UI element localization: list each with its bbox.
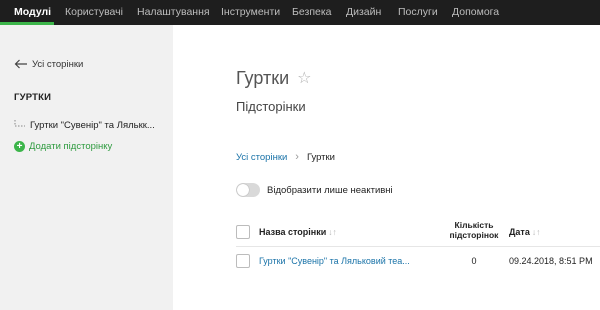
back-link-label: Усі сторінки	[32, 58, 84, 70]
nav-item-security[interactable]: Безпека	[292, 0, 332, 25]
inactive-only-label: Відобразити лише неактивні	[267, 184, 393, 196]
breadcrumb-current: Гуртки	[306, 151, 335, 163]
row-checkbox[interactable]	[236, 254, 250, 268]
table-row-subpage-count: 0	[471, 256, 477, 266]
table-row-date: 09.24.2018, 8:51 PM	[509, 256, 593, 266]
star-icon[interactable]: ☆	[297, 70, 311, 87]
column-header-count-line2: підсторінок	[449, 230, 499, 240]
sort-icon: ↓↑	[531, 227, 541, 237]
nav-item-design[interactable]: Дизайн	[346, 0, 381, 25]
page-subtitle: Підсторінки	[236, 99, 306, 114]
nav-item-help[interactable]: Допомога	[452, 0, 499, 25]
top-nav: Модулі Користувачі Налаштування Інструме…	[0, 0, 600, 25]
inactive-only-toggle[interactable]	[236, 183, 260, 197]
column-header-date[interactable]: Дата ↓↑	[509, 227, 540, 237]
add-subpage-link[interactable]: + Додати підсторінку	[14, 139, 112, 153]
nav-item-users[interactable]: Користувачі	[65, 0, 123, 25]
nav-item-settings[interactable]: Налаштування	[137, 0, 210, 25]
nav-item-tools[interactable]: Інструменти	[221, 0, 280, 25]
table-divider	[236, 246, 600, 247]
sidebar-subpage-item[interactable]: Гуртки "Сувенір" та Лялькк...	[14, 118, 155, 132]
column-header-name[interactable]: Назва сторінки ↓↑	[259, 227, 337, 237]
breadcrumb-root-link[interactable]: Усі сторінки	[236, 152, 287, 163]
select-all-checkbox[interactable]	[236, 225, 250, 239]
add-subpage-label: Додати підсторінку	[29, 140, 113, 152]
page-title-row: Гуртки ☆	[236, 68, 311, 89]
chevron-right-icon: ›	[295, 151, 299, 163]
table-row-page-link[interactable]: Гуртки "Сувенір" та Ляльковий теа...	[259, 256, 419, 266]
nav-item-services[interactable]: Послуги	[398, 0, 438, 25]
page-title: Гуртки	[236, 68, 290, 88]
column-header-date-label: Дата	[509, 227, 530, 237]
back-to-all-pages-link[interactable]: Усі сторінки	[14, 56, 83, 72]
column-header-count-line1: Кількість	[454, 220, 494, 230]
sidebar-section-title: ГУРТКИ	[14, 92, 52, 103]
column-header-subpage-count: Кількість підсторінок	[448, 220, 500, 240]
toggle-knob	[237, 184, 249, 196]
sidebar: Усі сторінки ГУРТКИ Гуртки "Сувенір" та …	[0, 25, 173, 310]
breadcrumb: Усі сторінки › Гуртки	[236, 150, 335, 164]
inactive-filter-row: Відобразити лише неактивні	[236, 182, 393, 198]
sort-icon: ↓↑	[328, 227, 337, 237]
column-header-name-label: Назва сторінки	[259, 227, 327, 237]
sidebar-subpage-label: Гуртки "Сувенір" та Лялькк...	[30, 119, 155, 131]
tree-branch-icon	[14, 120, 25, 127]
plus-circle-icon: +	[14, 140, 25, 152]
arrow-left-icon	[14, 59, 27, 69]
